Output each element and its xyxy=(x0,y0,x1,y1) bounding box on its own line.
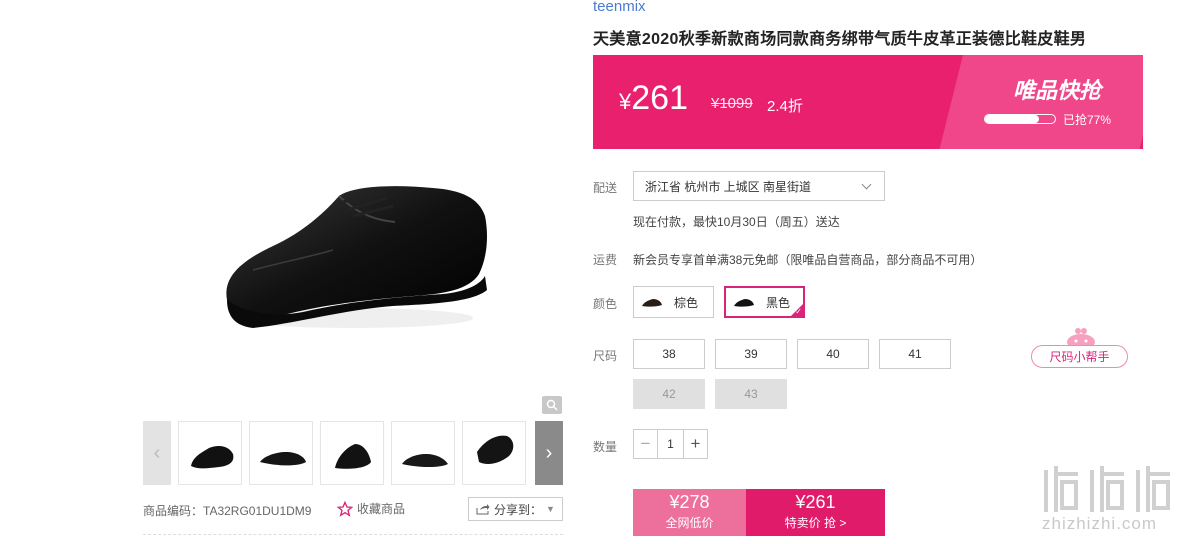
chevron-down-icon xyxy=(861,179,872,190)
sold-progress-bar xyxy=(984,114,1056,124)
share-label: 分享到： xyxy=(494,502,543,517)
shoe-image xyxy=(226,186,487,328)
freight-label: 运费 xyxy=(593,253,618,267)
shoe-thumb-image xyxy=(260,452,306,466)
thumbnail-item[interactable] xyxy=(320,421,384,485)
price-banner: ¥ 261 ¥1099 2.4折 唯品快抢 已抢77% xyxy=(593,55,1143,149)
size-label: 尺码 xyxy=(593,349,618,363)
divider xyxy=(143,534,563,535)
decrement-button[interactable]: − xyxy=(634,430,657,458)
favorite-label: 收藏商品 xyxy=(357,502,406,516)
thumbnail-item[interactable] xyxy=(462,421,526,485)
sale-price-label: 特卖价 抢 > xyxy=(784,516,847,530)
thumbnail-prev-button[interactable]: ‹ xyxy=(143,421,171,485)
currency-symbol: ¥ xyxy=(619,89,632,114)
size-option-disabled: 42 xyxy=(633,379,705,409)
address-select[interactable]: 浙江省 杭州市 上城区 南星街道 xyxy=(633,171,885,201)
main-product-image[interactable] xyxy=(143,0,563,415)
size-option[interactable]: 38 xyxy=(633,339,705,369)
thumbnail-item[interactable] xyxy=(178,421,242,485)
color-option-brown[interactable]: 棕色 xyxy=(633,286,714,318)
caret-down-icon: ▼ xyxy=(546,504,555,514)
star-icon xyxy=(337,500,353,517)
thumbnail-item[interactable] xyxy=(249,421,313,485)
sale-price-value: ¥261 xyxy=(795,492,836,512)
address-value: 浙江省 杭州市 上城区 南星街道 xyxy=(645,179,812,194)
size-option-disabled: 43 xyxy=(715,379,787,409)
quantity-label: 数量 xyxy=(593,440,618,454)
shoe-thumb-image xyxy=(402,454,448,467)
delivery-note: 现在付款，最快10月30日（周五）送达 xyxy=(633,215,840,229)
sold-progress-fill xyxy=(985,115,1039,123)
shoe-thumb-image xyxy=(191,446,234,469)
freight-text: 新会员专享首单满38元免邮（限唯品自营商品，部分商品不可用） xyxy=(633,253,983,267)
lowest-price-button[interactable]: ¥278 全网低价 xyxy=(633,489,746,536)
shoe-swatch-icon xyxy=(642,299,662,307)
share-icon xyxy=(476,504,490,515)
buy-now-button[interactable]: ¥261 特卖价 抢 > xyxy=(746,489,885,536)
lowest-price-value: ¥278 xyxy=(669,492,710,512)
quantity-input[interactable]: 1 xyxy=(657,430,684,458)
size-helper-label[interactable]: 尺码小帮手 xyxy=(1031,345,1128,368)
favorite-button[interactable]: 收藏商品 xyxy=(337,500,405,517)
color-option-black[interactable]: 黑色 ✓ xyxy=(724,286,805,318)
color-label: 颜色 xyxy=(593,297,618,311)
thumbnail-next-button[interactable]: › xyxy=(535,421,563,485)
size-option[interactable]: 40 xyxy=(797,339,869,369)
check-icon: ✓ xyxy=(795,307,802,316)
size-option[interactable]: 41 xyxy=(879,339,951,369)
sku-code: 商品编码：TA32RG01DU1DM9 xyxy=(143,504,312,518)
flash-sale-title: 唯品快抢 xyxy=(1013,78,1102,103)
original-price: ¥1099 xyxy=(711,95,753,112)
product-meta-row: 商品编码：TA32RG01DU1DM9 收藏商品 分享到： ▼ xyxy=(143,497,563,523)
size-helper[interactable]: 尺码小帮手 xyxy=(1031,325,1129,369)
color-option-label: 棕色 xyxy=(674,295,699,310)
sold-progress-text: 已抢77% xyxy=(1063,113,1112,127)
share-button[interactable]: 分享到： ▼ xyxy=(468,497,563,521)
increment-button[interactable]: + xyxy=(684,430,707,458)
size-option[interactable]: 39 xyxy=(715,339,787,369)
delivery-label: 配送 xyxy=(593,181,618,195)
watermark-site: zhizhizhi.com xyxy=(1042,514,1158,533)
current-price-value: 261 xyxy=(631,79,688,117)
shoe-thumb-image xyxy=(335,444,371,469)
magnifier-icon xyxy=(546,399,558,411)
shoe-swatch-icon xyxy=(734,299,754,307)
thumbnail-strip: ‹ › xyxy=(143,421,563,485)
discount-label: 2.4折 xyxy=(767,98,803,115)
zoom-button[interactable] xyxy=(542,396,562,414)
quantity-stepper: − 1 + xyxy=(633,429,708,459)
color-option-label: 黑色 xyxy=(766,295,791,310)
shoe-thumb-image xyxy=(477,435,514,464)
thumbnail-item[interactable] xyxy=(391,421,455,485)
watermark-logo xyxy=(1044,466,1170,512)
lowest-price-label: 全网低价 xyxy=(665,516,714,530)
product-title: 天美意2020秋季新款商场同款商务绑带气质牛皮革正装德比鞋皮鞋男 xyxy=(593,31,1087,48)
brand-link[interactable]: teenmix xyxy=(593,0,646,15)
current-price: ¥ 261 xyxy=(619,79,688,118)
